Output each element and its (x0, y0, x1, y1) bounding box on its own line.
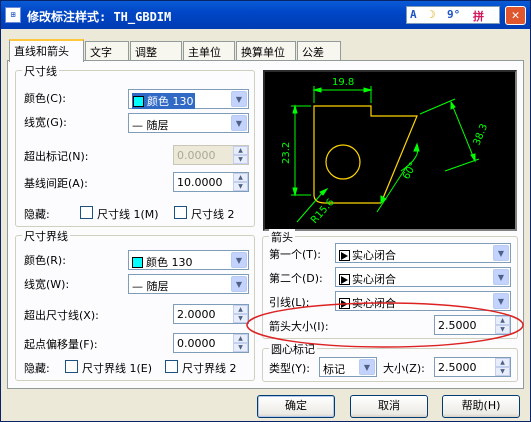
dim-line-baseline-spinner[interactable]: 10.0000 ▲ ▼ (173, 172, 249, 192)
preview-dim-right: 38.3 (472, 122, 491, 147)
ext-line-offset-value: 0.0000 (177, 337, 216, 350)
ext-line-lineweight-select[interactable]: — 随层 ▼ (128, 274, 249, 294)
ext-line-offset-spinner[interactable]: 0.0000 ▲ ▼ (173, 333, 249, 353)
dimension-preview: 19.8 23.2 38.3 60° R15.6 (263, 70, 517, 231)
spin-down-icon[interactable]: ▼ (495, 367, 510, 376)
tab-lines-arrows[interactable]: 直线和箭头 (9, 39, 84, 62)
ext-line-extend-value: 2.0000 (177, 308, 216, 321)
tab-fit[interactable]: 调整 (130, 41, 182, 61)
ext-line-group: 尺寸界线 颜色(R): 颜色 130 ▼ 线宽(W): — 随层 ▼ 超出尺寸线… (15, 228, 255, 381)
ime-mode-icon[interactable]: A (410, 8, 417, 21)
dim-line-lineweight-value: — 随层 (132, 119, 169, 132)
chevron-down-icon[interactable]: ▼ (359, 359, 375, 375)
cancel-button[interactable]: 取消 (350, 395, 428, 418)
chevron-down-icon[interactable]: ▼ (493, 269, 509, 285)
suppress-dim-line1-label: 尺寸线 1(M) (97, 208, 159, 221)
first-arrow-select[interactable]: 实心闭合 ▼ (335, 243, 511, 263)
dim-line-color-label: 颜色(C): (24, 92, 66, 105)
color-swatch-icon (133, 96, 144, 107)
first-arrow-value: 实心闭合 (352, 249, 396, 262)
moon-icon[interactable]: ☽ (429, 8, 436, 21)
dim-line-group-title: 尺寸线 (22, 63, 59, 79)
second-arrow-select[interactable]: 实心闭合 ▼ (335, 267, 511, 287)
spin-up-icon[interactable]: ▲ (233, 146, 248, 155)
preview-hole-circle (325, 144, 361, 180)
dim-line-color-select[interactable]: 颜色 130 ▼ (128, 89, 249, 109)
dim-line-group: 尺寸线 颜色(C): 颜色 130 ▼ 线宽(G): — 随层 ▼ 超出标记(N… (15, 63, 255, 227)
dim-line-baseline-label: 基线间距(A): (24, 177, 88, 190)
center-size-label: 大小(Z): (383, 362, 425, 375)
dim-line-extend-spinner[interactable]: 0.0000 ▲ ▼ (173, 145, 249, 165)
dim-line-lineweight-select[interactable]: — 随层 ▼ (128, 113, 249, 133)
tab-tolerances[interactable]: 公差 (297, 41, 341, 61)
dim-line-extend-value: 0.0000 (177, 149, 216, 162)
title-bar[interactable]: ⊞ 修改标注样式: TH_GBDIM A ☽ 9° 拼 ✕ (1, 1, 530, 29)
suppress-ext-line1-label: 尺寸界线 1(E) (82, 362, 153, 375)
center-type-label: 类型(Y): (269, 362, 311, 375)
ext-line-suppress-label: 隐藏: (24, 362, 50, 375)
arrowheads-group-title: 箭头 (269, 229, 295, 245)
ext-line-color-value: 颜色 130 (146, 256, 193, 269)
dim-line-baseline-value: 10.0000 (177, 176, 223, 189)
center-type-value: 标记 (323, 363, 345, 376)
center-size-spinner[interactable]: 2.5000 ▲ ▼ (434, 357, 511, 377)
suppress-dim-line2-label: 尺寸线 2 (191, 208, 235, 221)
punctuation-icon[interactable]: 9° (447, 8, 460, 21)
second-arrow-label: 第二个(D): (269, 272, 323, 285)
second-arrow-value: 实心闭合 (352, 273, 396, 286)
suppress-dim-line2-checkbox[interactable] (174, 206, 187, 219)
dim-line-lineweight-label: 线宽(G): (24, 116, 67, 129)
center-type-select[interactable]: 标记 ▼ (319, 357, 377, 377)
ext-line-extend-spinner[interactable]: 2.0000 ▲ ▼ (173, 304, 249, 324)
chevron-down-icon[interactable]: ▼ (231, 91, 247, 107)
ext-line-lineweight-value: — 随层 (132, 280, 169, 293)
tab-panel: 尺寸线 颜色(C): 颜色 130 ▼ 线宽(G): — 随层 ▼ 超出标记(N… (7, 60, 524, 389)
ok-button[interactable]: 确定 (257, 395, 335, 418)
first-arrow-label: 第一个(T): (269, 248, 322, 261)
preview-dim-angle: 60° (401, 161, 419, 182)
annotation-ellipse (246, 302, 524, 348)
preview-dim-left: 23.2 (281, 142, 292, 164)
chevron-down-icon[interactable]: ▼ (231, 252, 247, 268)
close-icon[interactable]: ✕ (505, 6, 526, 25)
ext-line-group-title: 尺寸界线 (22, 228, 70, 244)
closed-filled-arrow-icon (339, 250, 350, 261)
dim-line-extend-label: 超出标记(N): (24, 150, 89, 163)
preview-part-outline (313, 105, 418, 204)
preview-dim-top: 19.8 (332, 77, 354, 88)
ext-line-lineweight-label: 线宽(W): (24, 278, 70, 291)
spin-down-icon[interactable]: ▼ (233, 155, 248, 164)
tab-text[interactable]: 文字 (85, 41, 129, 61)
window-title: 修改标注样式: TH_GBDIM (27, 10, 172, 24)
suppress-ext-line2-label: 尺寸界线 2 (182, 362, 237, 375)
suppress-dim-line1-checkbox[interactable] (80, 206, 93, 219)
help-button[interactable]: 帮助(H) (442, 395, 520, 418)
suppress-ext-line2-checkbox[interactable] (165, 360, 178, 373)
color-swatch-icon (132, 257, 143, 268)
center-size-value: 2.5000 (438, 361, 477, 374)
center-marks-group: 圆心标记 类型(Y): 标记 ▼ 大小(Z): 2.5000 ▲ ▼ (262, 341, 518, 382)
spin-up-icon[interactable]: ▲ (233, 173, 248, 182)
dialog-window: ⊞ 修改标注样式: TH_GBDIM A ☽ 9° 拼 ✕ 直线和箭头 文字 调… (0, 0, 531, 422)
spin-down-icon[interactable]: ▼ (233, 182, 248, 191)
preview-dim-radius: R15.6 (309, 197, 337, 226)
tab-primary-units[interactable]: 主单位 (183, 41, 235, 61)
spin-up-icon[interactable]: ▲ (495, 358, 510, 367)
dim-line-suppress-label: 隐藏: (24, 208, 50, 221)
tab-alternate-units[interactable]: 换算单位 (236, 41, 296, 61)
suppress-ext-line1-checkbox[interactable] (65, 360, 78, 373)
pinyin-icon[interactable]: 拼 (473, 8, 484, 24)
app-icon: ⊞ (5, 7, 21, 23)
ime-toolbar[interactable]: A ☽ 9° 拼 (406, 6, 500, 24)
ext-line-color-select[interactable]: 颜色 130 ▼ (128, 250, 249, 270)
dim-line-color-value: 颜色 130 (147, 95, 194, 108)
ext-line-color-label: 颜色(R): (24, 254, 66, 267)
chevron-down-icon[interactable]: ▼ (231, 115, 247, 131)
ext-line-extend-label: 超出尺寸线(X): (24, 309, 99, 322)
preview-drawing: 19.8 23.2 38.3 60° R15.6 (281, 77, 491, 226)
chevron-down-icon[interactable]: ▼ (493, 245, 509, 261)
chevron-down-icon[interactable]: ▼ (231, 276, 247, 292)
closed-filled-arrow-icon (339, 274, 350, 285)
ext-line-offset-label: 起点偏移量(F): (24, 338, 98, 351)
